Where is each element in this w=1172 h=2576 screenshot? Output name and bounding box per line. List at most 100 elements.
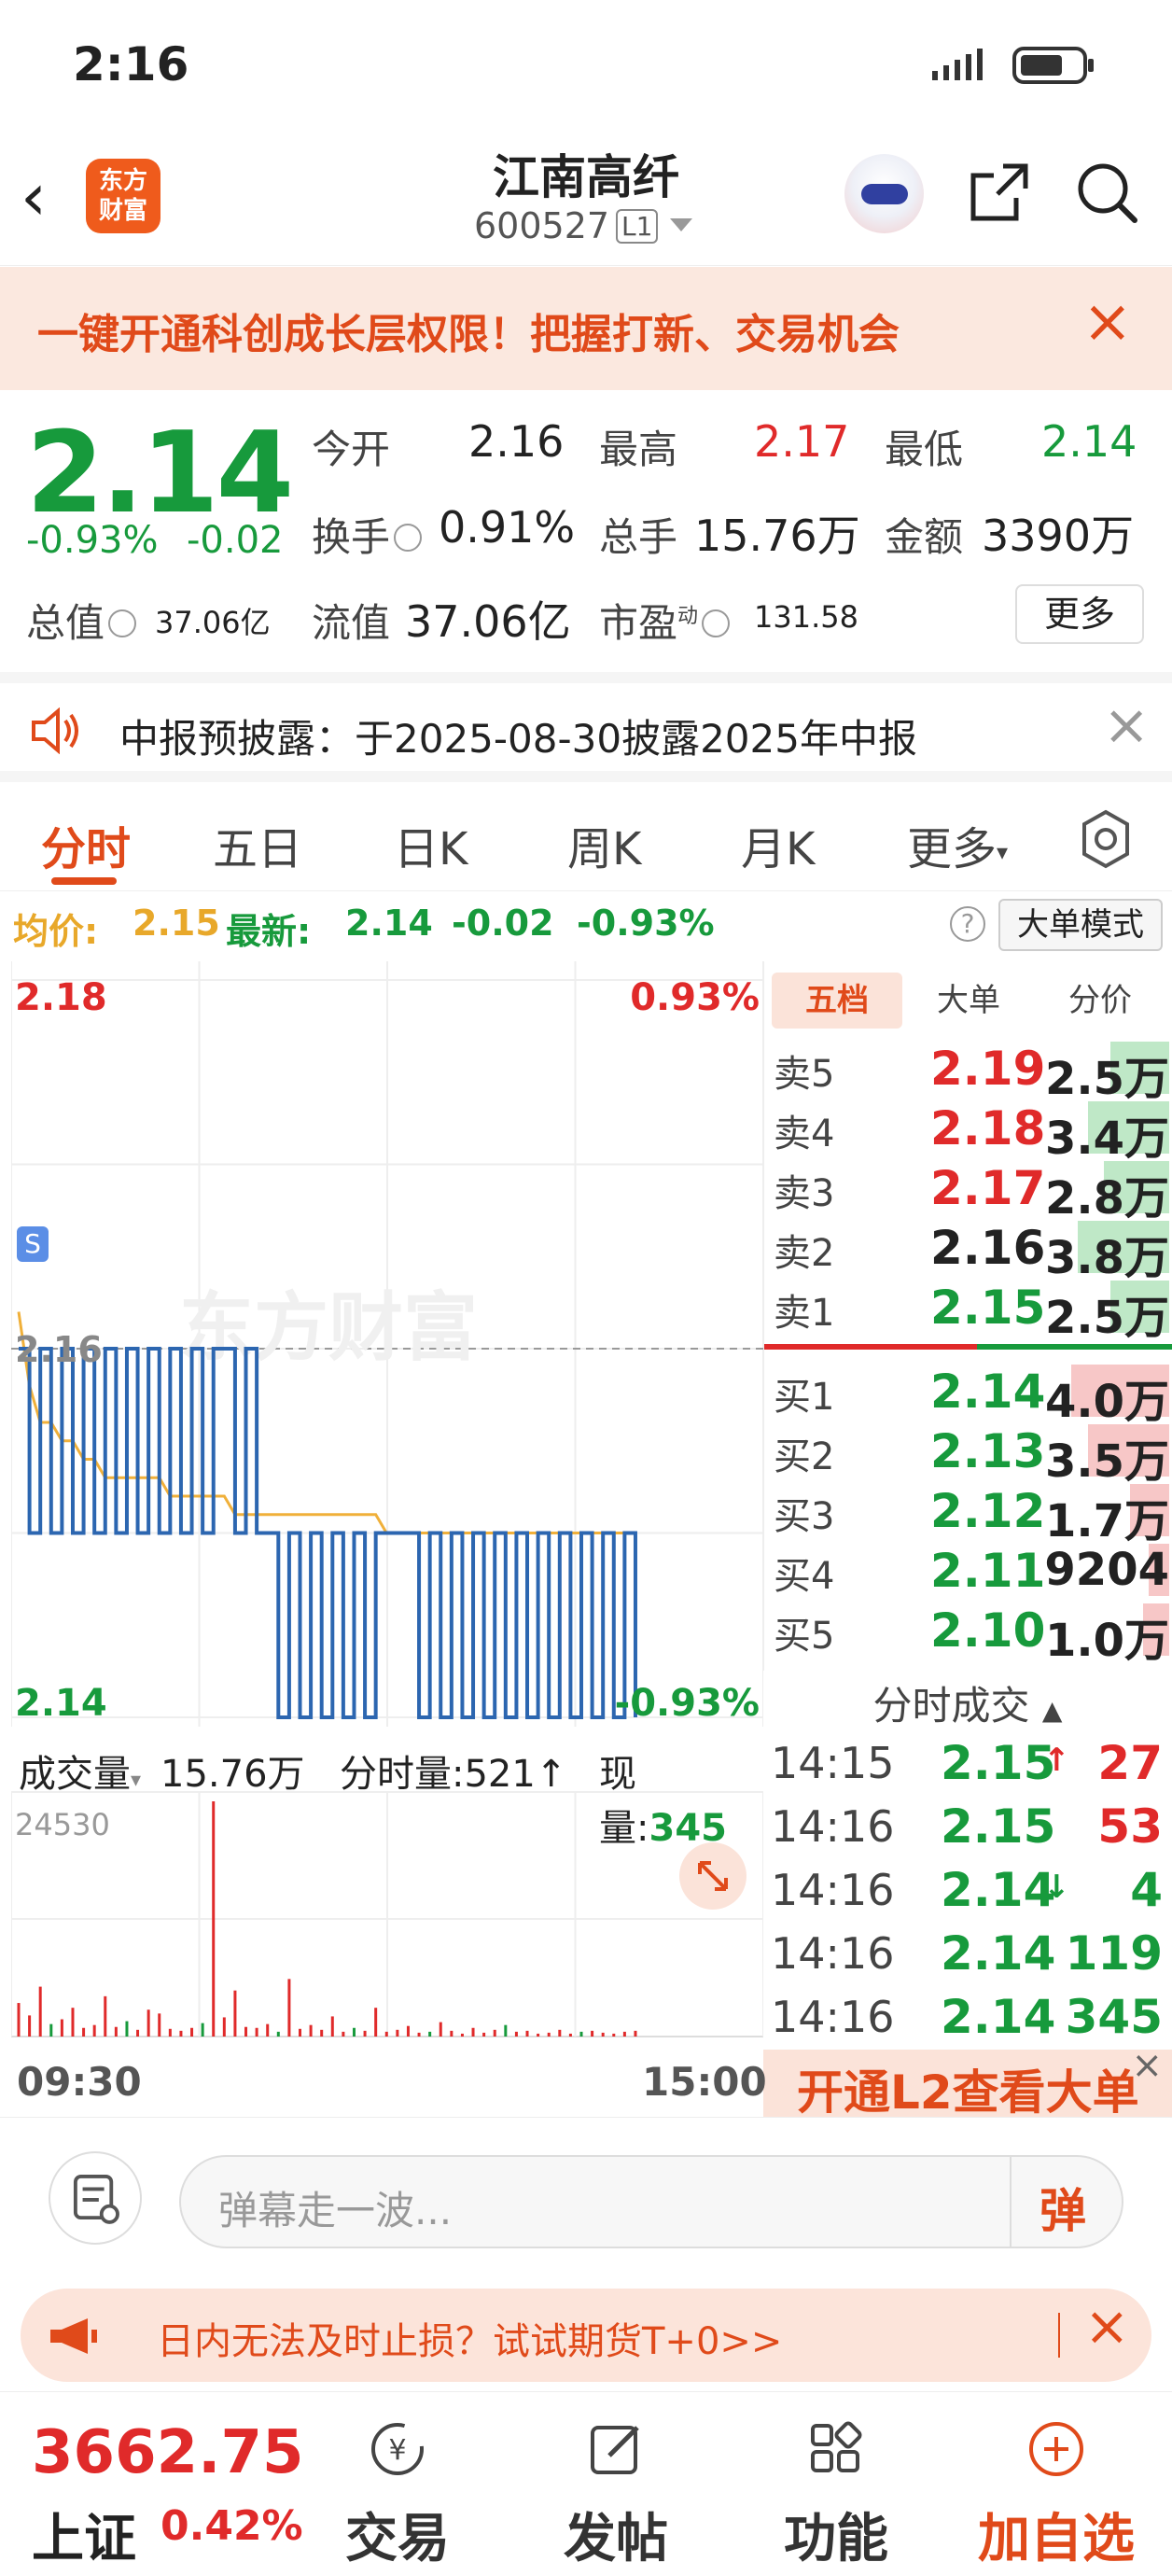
signal-icon — [932, 49, 983, 80]
current-volume: 现量:345 — [599, 1753, 727, 1850]
ad-text[interactable]: 日内无法及时止损？试试期货T+0>> — [157, 2311, 782, 2365]
danmu-input[interactable]: 弹幕走一波... 弹 — [179, 2155, 1123, 2248]
l2-upgrade-banner[interactable]: 开通L2查看大单 × — [763, 2044, 1172, 2120]
share-icon[interactable] — [966, 159, 1033, 226]
ask-bid-divider — [764, 1344, 1172, 1350]
search-icon[interactable] — [1073, 159, 1140, 226]
ad-divider — [1058, 2313, 1060, 2358]
close-icon[interactable]: × — [1103, 693, 1150, 758]
bid-row[interactable]: 买4 2.11 9204 — [764, 1540, 1172, 1600]
volume-bar — [374, 2008, 378, 2037]
volume-label: 总手 — [599, 514, 678, 560]
big-order-mode-button[interactable]: 大单模式 — [998, 899, 1163, 951]
bid-row[interactable]: 买3 2.12 1.7万 — [764, 1480, 1172, 1547]
bid-level-label: 买1 — [774, 1376, 835, 1419]
low-label: 最低 — [885, 427, 964, 472]
volume-bar — [342, 2031, 345, 2037]
bid-row[interactable]: 买5 2.10 1.0万 — [764, 1600, 1172, 1667]
tick-row: 14:16 2.14 ↓ 4 — [763, 1857, 1172, 1921]
signal-marker[interactable]: S — [17, 1226, 49, 1262]
tick-price: 2.14 — [941, 1926, 1056, 1981]
ask-level-label: 卖5 — [774, 1053, 835, 1096]
close-icon[interactable]: × — [1131, 2044, 1163, 2087]
tab-monthly-k[interactable]: 月K — [741, 812, 815, 877]
tab-weekly-k[interactable]: 周K — [567, 812, 641, 877]
promo-banner[interactable]: 一键开通科创成长层权限！把握打新、交易机会 × — [0, 267, 1172, 390]
tab-more[interactable]: 更多▾ — [907, 812, 1008, 877]
volume-bar — [38, 1986, 42, 2037]
futures-ad-banner[interactable]: 日内无法及时止损？试试期货T+0>> × — [21, 2289, 1151, 2382]
nav-functions[interactable]: 功能 — [743, 2418, 929, 2572]
dropdown-arrow-icon: ▾ — [997, 839, 1009, 865]
ask-price: 2.18 — [930, 1101, 1046, 1155]
index-name[interactable]: 上证 — [32, 2497, 136, 2572]
volume-bar — [428, 2031, 432, 2037]
level-badge[interactable]: L1 — [616, 209, 659, 244]
danmu-placeholder[interactable]: 弹幕走一波... — [218, 2179, 452, 2236]
ask-row[interactable]: 卖5 2.19 2.5万 — [764, 1038, 1172, 1105]
info-icon[interactable] — [394, 523, 423, 552]
nav-add-watchlist[interactable]: 加自选 — [963, 2418, 1150, 2572]
volume-max-label: 24530 — [15, 1807, 110, 1842]
volume-dropdown[interactable]: 成交量▾ — [19, 1743, 141, 1798]
tab-five-levels[interactable]: 五档 — [772, 973, 902, 1029]
close-icon[interactable]: × — [1082, 287, 1133, 357]
assistant-robot-icon[interactable] — [844, 154, 924, 233]
trade-icon: ¥ — [371, 2423, 424, 2475]
volume-bar — [460, 2033, 464, 2037]
ask-level-label: 卖4 — [774, 1113, 835, 1155]
volume-bar — [17, 2003, 21, 2037]
avg-value: 2.15 — [133, 903, 220, 944]
edit-icon — [591, 2426, 639, 2474]
tick-time: 14:16 — [771, 1801, 895, 1852]
info-icon[interactable] — [702, 609, 731, 637]
chart-canvas[interactable]: 东方财富 2.18 0.93% 2.16 2.14 -0.93% 24530 — [11, 961, 763, 2053]
notice-text[interactable]: 中报预披露：于2025-08-30披露2025年中报 — [119, 707, 917, 764]
bid-price: 2.10 — [930, 1603, 1046, 1658]
tick-price: 2.14 — [941, 1990, 1056, 2044]
tab-big-orders[interactable]: 大单 — [908, 973, 1029, 1029]
bid-row[interactable]: 买1 2.14 4.0万 — [764, 1361, 1172, 1428]
pct-max-label: 0.93% — [630, 976, 760, 1019]
change-amount: -0.02 — [187, 519, 284, 562]
promo-text[interactable]: 一键开通科创成长层权限！把握打新、交易机会 — [37, 301, 900, 360]
close-icon[interactable]: × — [1084, 2294, 1130, 2358]
tab-price-distribution[interactable]: 分价 — [1035, 973, 1165, 1029]
ask-row[interactable]: 卖1 2.15 2.5万 — [764, 1277, 1172, 1344]
tab-intraday[interactable]: 分时 — [41, 812, 131, 877]
tick-header[interactable]: 分时成交 ▲ — [763, 1674, 1172, 1731]
high-value: 2.17 — [754, 416, 850, 467]
intraday-chart[interactable]: 东方财富 2.18 0.93% 2.16 2.14 -0.93% 24530 S — [11, 961, 763, 2053]
volume-bar — [82, 2027, 86, 2037]
tab-daily-k[interactable]: 日K — [394, 812, 467, 877]
ask-row[interactable]: 卖2 2.16 3.8万 — [764, 1217, 1172, 1284]
battery-icon — [1012, 47, 1094, 84]
more-button[interactable]: 更多 — [1015, 584, 1144, 644]
nav-post[interactable]: 发帖 — [523, 2418, 709, 2572]
bid-level-label: 买2 — [774, 1435, 835, 1478]
index-value[interactable]: 3662.75 — [32, 2418, 304, 2487]
tab-five-day[interactable]: 五日 — [213, 812, 302, 877]
volume-bar — [558, 2029, 562, 2037]
comment-settings-icon[interactable] — [49, 2151, 142, 2245]
volume-bar — [60, 2019, 63, 2037]
volume-bar — [266, 2023, 270, 2037]
gear-icon[interactable] — [1075, 808, 1137, 870]
tick-qty: 119 — [1065, 1926, 1163, 1981]
ask-row[interactable]: 卖4 2.18 3.4万 — [764, 1098, 1172, 1165]
info-icon[interactable] — [108, 609, 137, 637]
chevron-down-icon[interactable] — [670, 218, 692, 231]
volume-bar — [201, 2023, 204, 2037]
volume-bar — [146, 2009, 150, 2037]
l2-text[interactable]: 开通L2查看大单 — [797, 2055, 1139, 2122]
speaker-icon — [32, 707, 78, 754]
danmu-toggle-button[interactable]: 弹 — [1039, 2174, 1086, 2241]
bid-level-label: 买3 — [774, 1495, 835, 1538]
bid-row[interactable]: 买2 2.13 3.5万 — [764, 1421, 1172, 1488]
help-icon[interactable]: ? — [950, 906, 985, 942]
notice-bar[interactable]: 中报预披露：于2025-08-30披露2025年中报 × — [0, 672, 1172, 782]
nav-trade[interactable]: ¥ 交易 — [304, 2418, 491, 2572]
ask-row[interactable]: 卖3 2.17 2.8万 — [764, 1157, 1172, 1225]
volume-bar — [104, 1995, 107, 2037]
index-pct[interactable]: 0.42% — [160, 2502, 303, 2550]
